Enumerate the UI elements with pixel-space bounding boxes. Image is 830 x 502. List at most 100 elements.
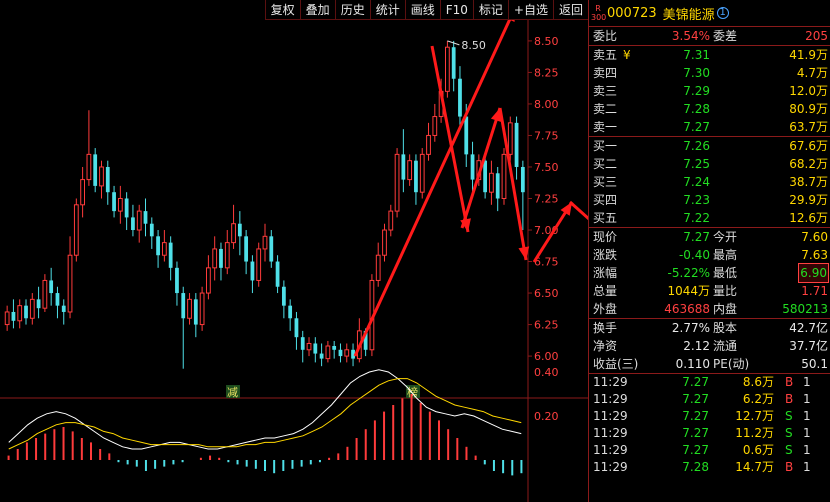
- sell-level-volume: 4.7万: [796, 66, 828, 80]
- buy-level-volume: 67.6万: [789, 139, 828, 153]
- quote-value: 580213: [782, 302, 828, 316]
- toolbar-button[interactable]: 画线: [404, 0, 440, 20]
- toolbar-button[interactable]: 叠加: [299, 0, 335, 20]
- candle-body: [206, 267, 211, 294]
- event-label: 减: [227, 386, 238, 399]
- quote-value: 7.27: [683, 230, 710, 244]
- candle-body: [495, 173, 500, 199]
- candle-body: [458, 78, 462, 117]
- candle-body: [244, 236, 249, 262]
- tick-volume: 14.7万: [735, 460, 774, 474]
- tick-time: 11:29: [593, 426, 628, 440]
- candle-body: [161, 242, 167, 256]
- buy-level-row: 买五 7.22 12.6万: [589, 209, 830, 227]
- committee-diff-value: 205: [805, 29, 828, 43]
- fund-row: 换手 2.77% 股本 42.7亿: [589, 319, 830, 337]
- candle-body: [117, 198, 123, 212]
- buy-level-label: 买二: [593, 157, 618, 171]
- y-tick-label: 8.25: [534, 66, 559, 79]
- quote-label: 涨跌: [593, 248, 618, 262]
- tick-row: 11:29 7.27 6.2万 B 1: [589, 391, 830, 408]
- buy-level-price: 7.22: [683, 211, 710, 225]
- tick-count: 1: [803, 409, 811, 423]
- kline-chart[interactable]: 8.508.258.007.757.507.257.006.756.506.25…: [0, 0, 588, 502]
- sell-level-price: 7.30: [683, 66, 710, 80]
- sell-orders: 卖五 ¥7.31 41.9万 卖四 7.30 4.7万 卖三 7.29 12.0万 卖二 7.28 8…: [589, 46, 830, 137]
- toolbar-button[interactable]: 标记: [472, 0, 508, 20]
- quote-value: 7.63: [801, 248, 828, 262]
- fund-label: 净资: [593, 339, 618, 353]
- committee-row: 委比 3.54% 委差 205: [589, 27, 830, 46]
- tick-price: 7.27: [682, 443, 709, 457]
- currency-mark: ¥: [623, 48, 631, 62]
- market-mark: R 300: [591, 4, 607, 22]
- candle-body: [388, 210, 394, 231]
- candle-body: [112, 192, 116, 212]
- quote-row: 涨幅 -5.22% 最低 6.90: [589, 263, 830, 283]
- tick-list[interactable]: 11:29 7.27 8.6万 B 1 11:29 7.27 6.2万 B 1 11:29 7.27 1…: [589, 374, 830, 476]
- candle-body: [131, 217, 135, 231]
- toolbar-button[interactable]: +自选: [507, 0, 553, 20]
- quote-label: 总量: [593, 284, 618, 298]
- candle-body: [86, 153, 92, 181]
- toolbar-button[interactable]: F10: [439, 0, 473, 20]
- quote-value: 1.71: [801, 284, 828, 298]
- fund-row: 净资 2.12 流通 37.7亿: [589, 337, 830, 355]
- sell-level-row: 卖五 ¥7.31 41.9万: [589, 46, 830, 64]
- toolbar-button[interactable]: 历史: [334, 0, 370, 20]
- stock-header: R 300 000723 美锦能源 1: [589, 0, 830, 27]
- sell-level-label: 卖三: [593, 84, 618, 98]
- tick-side: B: [785, 392, 794, 406]
- candle-body: [124, 198, 129, 218]
- sell-level-price: 7.31: [683, 48, 710, 62]
- stock-name: 美锦能源: [662, 7, 715, 23]
- tick-count: 1: [803, 375, 811, 389]
- fund-value: 2.12: [683, 339, 710, 353]
- info-icon[interactable]: 1: [716, 7, 729, 19]
- buy-level-volume: 12.6万: [789, 211, 828, 225]
- candle-body: [156, 236, 160, 256]
- candle-body: [520, 166, 525, 193]
- candle-body: [136, 210, 142, 231]
- committee-ratio-label: 委比: [593, 29, 618, 43]
- candle-body: [212, 248, 218, 269]
- candle-body: [149, 223, 154, 237]
- sell-level-volume: 63.7万: [789, 120, 828, 134]
- toolbar-button[interactable]: 统计: [369, 0, 405, 20]
- candle-body: [99, 166, 104, 187]
- tick-time: 11:29: [593, 409, 628, 423]
- candle-body: [444, 46, 450, 92]
- candle-body: [105, 166, 110, 193]
- sell-level-row: 卖一 7.27 63.7万: [589, 118, 830, 136]
- tick-row: 11:29 7.27 12.7万 S 1: [589, 408, 830, 425]
- buy-orders: 买一 7.26 67.6万 买二 7.25 68.2万 买三 7.24 38.7万 买四 7.23 2…: [589, 137, 830, 228]
- toolbar-button[interactable]: 复权: [264, 0, 300, 20]
- quote-row: 涨跌 -0.40 最高 7.63: [589, 246, 830, 264]
- sell-level-label: 卖五: [593, 48, 618, 62]
- sell-level-volume: 80.9万: [789, 102, 828, 116]
- quote-panel: R 300 000723 美锦能源 1 委比 3.54% 委差 205 卖五 ¥7.…: [588, 0, 830, 502]
- candle-body: [507, 122, 513, 155]
- fund-row: 收益(三) 0.110 PE(动) 50.1: [589, 355, 830, 373]
- y-tick-label: 6.50: [534, 287, 559, 300]
- candle-body: [464, 116, 469, 155]
- candle-body: [93, 154, 98, 186]
- buy-level-label: 买三: [593, 175, 618, 189]
- candle-body: [67, 254, 73, 313]
- sell-level-label: 卖二: [593, 102, 618, 116]
- tick-volume: 6.2万: [742, 392, 774, 406]
- candle-body: [168, 242, 173, 268]
- sell-level-volume: 41.9万: [789, 48, 828, 62]
- committee-diff-label: 委差: [713, 29, 738, 43]
- candle-body: [193, 299, 198, 325]
- y-tick-label: 8.00: [534, 98, 559, 111]
- sell-level-price: 7.28: [683, 102, 710, 116]
- tick-side: B: [785, 375, 794, 389]
- quote-value: -5.22%: [667, 266, 710, 280]
- tick-row: 11:29 7.28 14.7万 B 1: [589, 459, 830, 476]
- candle-body: [300, 337, 305, 350]
- toolbar-button[interactable]: 返回: [552, 0, 588, 20]
- macd-dif-line: [8, 369, 522, 450]
- candle-body: [73, 204, 79, 256]
- tick-time: 11:29: [593, 443, 628, 457]
